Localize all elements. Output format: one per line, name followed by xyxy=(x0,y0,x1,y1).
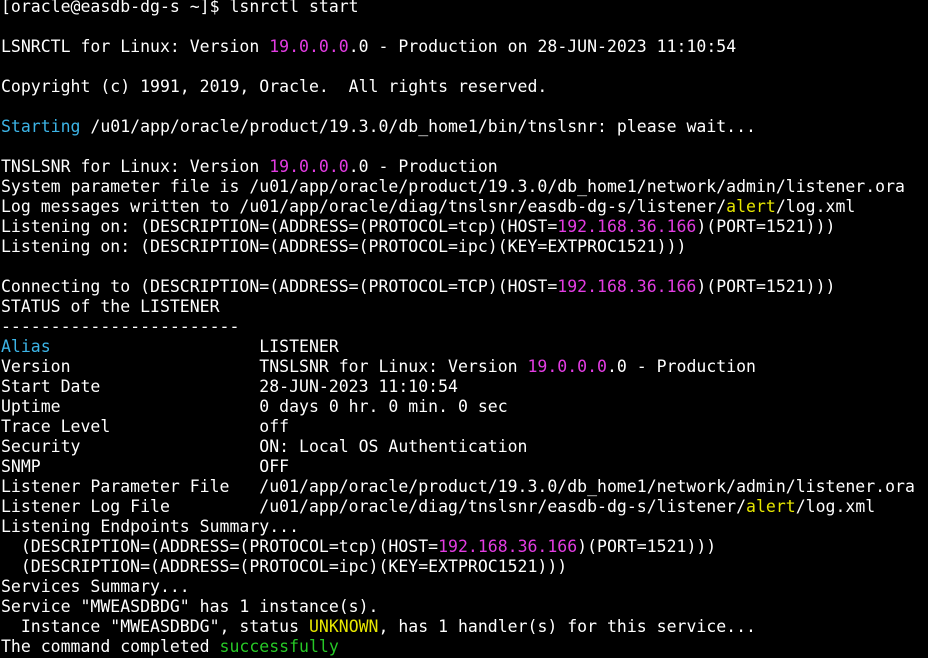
terminal-output: [oracle@easdb-dg-s ~]$ lsnrctl start LSN… xyxy=(1,0,915,657)
terminal-line: Services Summary... xyxy=(1,577,915,597)
terminal-line: STATUS of the LISTENER xyxy=(1,297,915,317)
terminal-text-segment: TNSLSNR for Linux: Version xyxy=(1,157,270,176)
terminal-line: SNMP OFF xyxy=(1,457,915,477)
terminal-text-segment: Copyright (c) 1991, 2019, Oracle. All ri… xyxy=(1,77,548,96)
terminal-text-segment: , has 1 handler(s) for this service... xyxy=(378,617,757,636)
terminal-text-segment: (DESCRIPTION=(ADDRESS=(PROTOCOL=tcp)(HOS… xyxy=(1,537,439,556)
terminal-text-segment: /u01/app/oracle/product/19.3.0/db_home1/… xyxy=(80,117,756,136)
terminal-text-segment: STATUS of the LISTENER xyxy=(1,297,220,316)
terminal-line: LSNRCTL for Linux: Version 19.0.0.0.0 - … xyxy=(1,37,915,57)
terminal-text-segment: 19.0.0.0 xyxy=(269,37,349,56)
terminal-line: (DESCRIPTION=(ADDRESS=(PROTOCOL=tcp)(HOS… xyxy=(1,537,915,557)
terminal-text-segment: Starting xyxy=(1,117,81,136)
terminal-text-segment: LISTENER xyxy=(50,337,339,356)
terminal-text-segment: SNMP OFF xyxy=(1,457,290,476)
terminal-text-segment: Version TNSLSNR for Linux: Version xyxy=(1,357,528,376)
terminal-text-segment: 192.168.36.166 xyxy=(557,217,697,236)
terminal-text-segment: alert xyxy=(746,497,796,516)
terminal-text-segment: Connecting to (DESCRIPTION=(ADDRESS=(PRO… xyxy=(1,277,558,296)
terminal-text-segment: Listener Parameter File /u01/app/oracle/… xyxy=(1,477,915,496)
terminal-line: Instance "MWEASDBDG", status UNKNOWN, ha… xyxy=(1,617,915,637)
terminal-text-segment: 192.168.36.166 xyxy=(438,537,578,556)
terminal-line: Listening on: (DESCRIPTION=(ADDRESS=(PRO… xyxy=(1,237,915,257)
terminal-text-segment: [oracle@easdb-dg-s ~]$ lsnrctl start xyxy=(1,0,359,16)
terminal-line: Listening on: (DESCRIPTION=(ADDRESS=(PRO… xyxy=(1,217,915,237)
terminal-text-segment: .0 - Production on 28-JUN-2023 11:10:54 xyxy=(348,37,737,56)
terminal-text-segment: )(PORT=1521))) xyxy=(577,537,717,556)
terminal-text-segment: Services Summary... xyxy=(1,577,190,596)
terminal-line: Security ON: Local OS Authentication xyxy=(1,437,915,457)
terminal-line: Listener Log File /u01/app/oracle/diag/t… xyxy=(1,497,915,517)
terminal-line: (DESCRIPTION=(ADDRESS=(PROTOCOL=ipc)(KEY… xyxy=(1,557,915,577)
terminal-text-segment: System parameter file is /u01/app/oracle… xyxy=(1,177,905,196)
terminal-text-segment: UNKNOWN xyxy=(308,617,379,636)
terminal-line: ------------------------ xyxy=(1,317,915,337)
terminal-line: Alias LISTENER xyxy=(1,337,915,357)
terminal-text-segment: 192.168.36.166 xyxy=(557,277,697,296)
terminal-line: Service "MWEASDBDG" has 1 instance(s). xyxy=(1,597,915,617)
terminal-line: TNSLSNR for Linux: Version 19.0.0.0.0 - … xyxy=(1,157,915,177)
terminal-line: Listener Parameter File /u01/app/oracle/… xyxy=(1,477,915,497)
terminal-text-segment: Listening on: (DESCRIPTION=(ADDRESS=(PRO… xyxy=(1,217,558,236)
terminal-text-segment: alert xyxy=(726,197,776,216)
terminal-line: Uptime 0 days 0 hr. 0 min. 0 sec xyxy=(1,397,915,417)
terminal-text-segment: Service "MWEASDBDG" has 1 instance(s). xyxy=(1,597,379,616)
terminal-text-segment: Log messages written to /u01/app/oracle/… xyxy=(1,197,727,216)
terminal-text-segment: Instance "MWEASDBDG", status xyxy=(1,617,309,636)
terminal-text-segment: 19.0.0.0 xyxy=(269,157,349,176)
terminal-text-segment: ------------------------ xyxy=(1,317,240,336)
terminal-text-segment: Listening on: (DESCRIPTION=(ADDRESS=(PRO… xyxy=(1,237,687,256)
terminal-text-segment: successfully xyxy=(219,637,339,656)
terminal-text-segment: Listening Endpoints Summary... xyxy=(1,517,300,536)
terminal-text-segment: Security ON: Local OS Authentication xyxy=(1,437,528,456)
terminal-text-segment: Uptime 0 days 0 hr. 0 min. 0 sec xyxy=(1,397,508,416)
terminal-line: Connecting to (DESCRIPTION=(ADDRESS=(PRO… xyxy=(1,277,915,297)
terminal-text-segment: .0 - Production xyxy=(606,357,756,376)
terminal-text-segment: )(PORT=1521))) xyxy=(696,277,836,296)
terminal-line: The command completed successfully xyxy=(1,637,915,657)
terminal-text-segment: Start Date 28-JUN-2023 11:10:54 xyxy=(1,377,458,396)
terminal-text-segment: The command completed xyxy=(1,637,220,656)
terminal-line: [oracle@easdb-dg-s ~]$ lsnrctl start xyxy=(1,0,915,17)
terminal-text-segment: Alias xyxy=(1,337,51,356)
terminal-line: System parameter file is /u01/app/oracle… xyxy=(1,177,915,197)
terminal-text-segment: (DESCRIPTION=(ADDRESS=(PROTOCOL=ipc)(KEY… xyxy=(1,557,568,576)
terminal-line: Log messages written to /u01/app/oracle/… xyxy=(1,197,915,217)
terminal-text-segment: /log.xml xyxy=(795,497,876,516)
terminal-line: Copyright (c) 1991, 2019, Oracle. All ri… xyxy=(1,77,915,97)
terminal-window[interactable]: [oracle@easdb-dg-s ~]$ lsnrctl start LSN… xyxy=(0,0,928,658)
terminal-text-segment: Trace Level off xyxy=(1,417,290,436)
terminal-line: Listening Endpoints Summary... xyxy=(1,517,915,537)
terminal-line: Start Date 28-JUN-2023 11:10:54 xyxy=(1,377,915,397)
terminal-line: Version TNSLSNR for Linux: Version 19.0.… xyxy=(1,357,915,377)
terminal-line: Trace Level off xyxy=(1,417,915,437)
terminal-line: Starting /u01/app/oracle/product/19.3.0/… xyxy=(1,117,915,137)
terminal-text-segment: .0 - Production xyxy=(348,157,498,176)
terminal-text-segment: /log.xml xyxy=(775,197,856,216)
terminal-text-segment: LSNRCTL for Linux: Version xyxy=(1,37,270,56)
terminal-text-segment: )(PORT=1521))) xyxy=(696,217,836,236)
terminal-text-segment: Listener Log File /u01/app/oracle/diag/t… xyxy=(1,497,747,516)
terminal-text-segment: 19.0.0.0 xyxy=(527,357,607,376)
